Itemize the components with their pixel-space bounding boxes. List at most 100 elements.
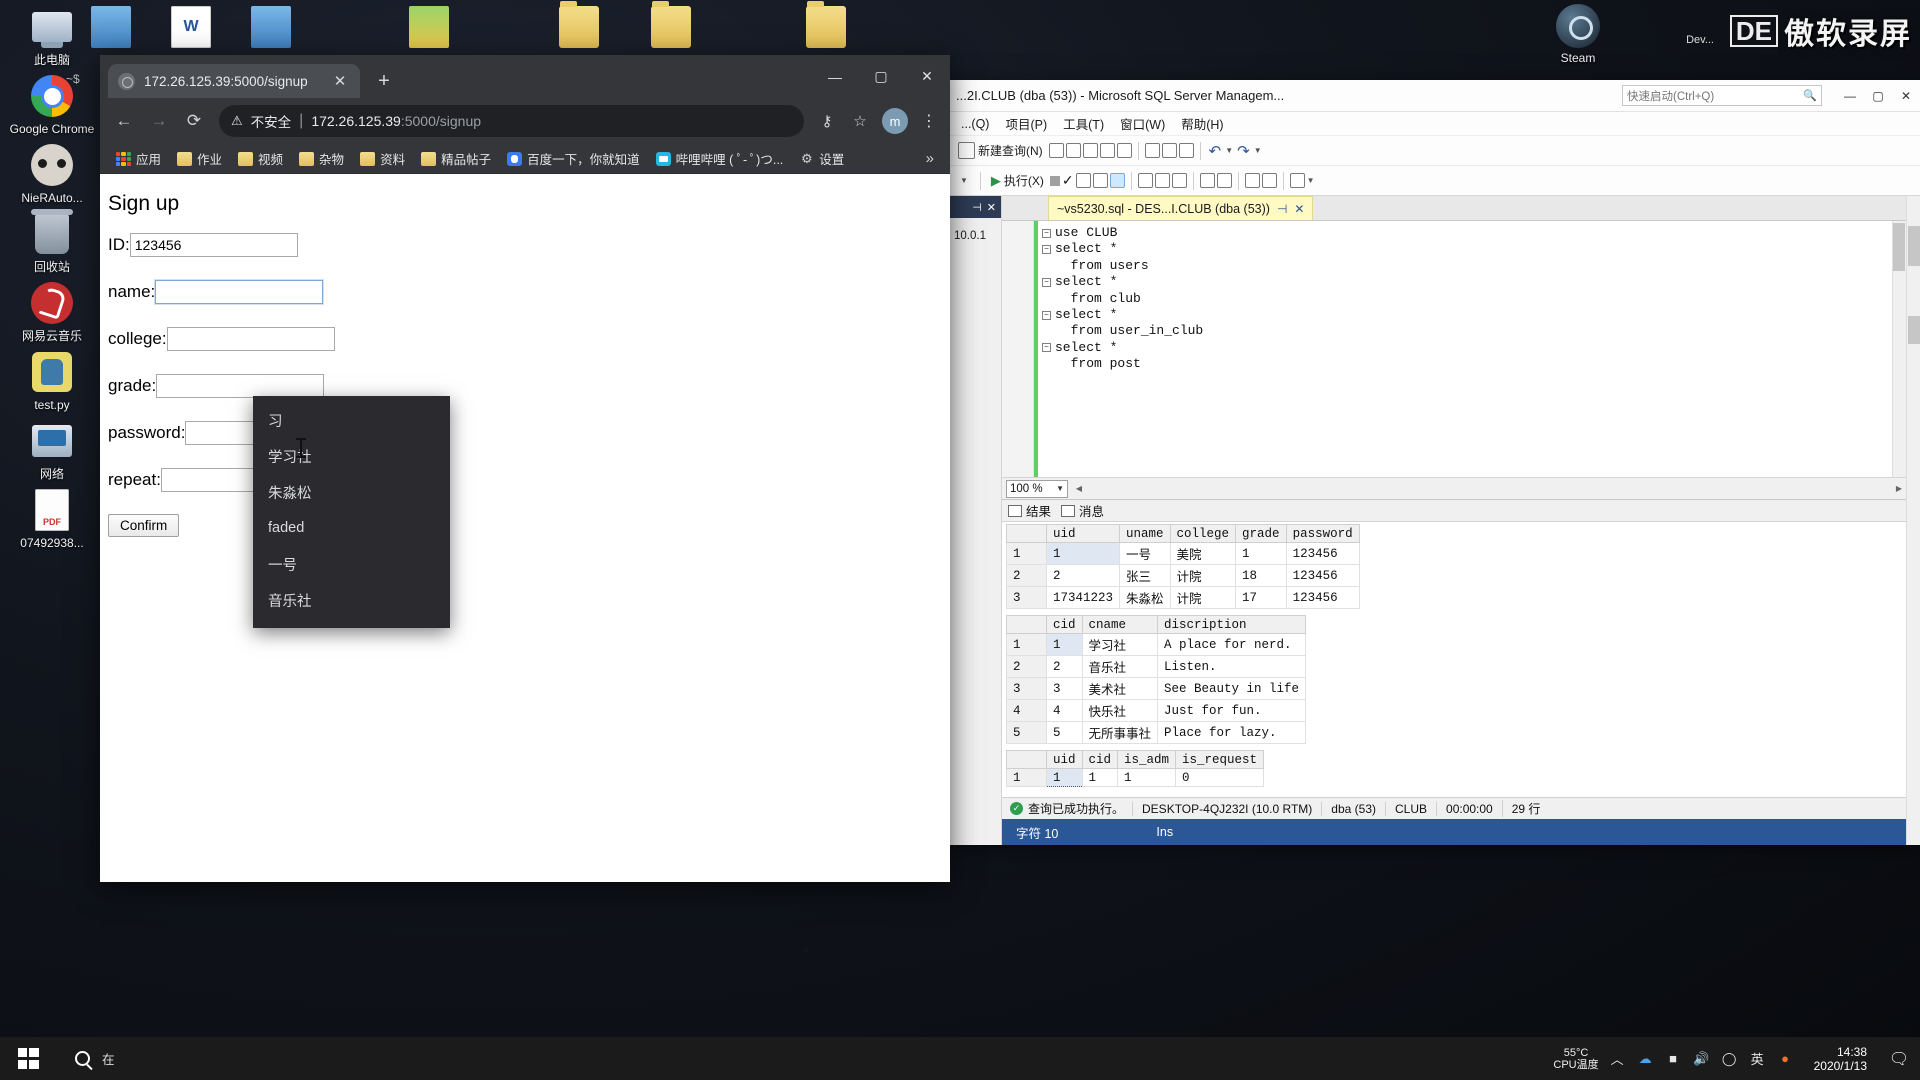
confirm-button[interactable]: Confirm xyxy=(108,514,180,537)
address-bar[interactable]: ⚠ 不安全 | 172.26.125.39:5000/signup xyxy=(219,105,804,137)
column-header[interactable] xyxy=(1006,750,1047,769)
redo-dropdown-icon[interactable]: ▼ xyxy=(1254,146,1262,155)
desktop-icon-recycle-bin[interactable]: 回收站 xyxy=(8,209,96,274)
column-header[interactable]: cname xyxy=(1081,615,1159,634)
results-grid-icon[interactable] xyxy=(1109,173,1125,188)
quick-launch-input[interactable]: 快速启动(Ctrl+Q) 🔍 xyxy=(1622,85,1822,106)
column-header[interactable]: cid xyxy=(1046,615,1083,634)
code-line-5[interactable]: − select * xyxy=(1042,307,1906,323)
autocomplete-dropdown[interactable]: 习学习社 朱淼松 faded 一号 音乐社 xyxy=(253,396,450,628)
results-grids[interactable]: uid uname college grade password 1 1 一号 美院 1 12345… xyxy=(1002,522,1906,797)
maximize-button[interactable]: ▢ xyxy=(858,55,904,98)
chrome-menu-icon[interactable]: ⋮ xyxy=(916,107,942,135)
bookmark-0[interactable]: 应用 xyxy=(110,146,167,171)
desktop-file-folder-1[interactable] xyxy=(556,1,602,48)
desktop-file-word[interactable] xyxy=(168,6,214,48)
code-line-8[interactable]: from post xyxy=(1042,356,1906,372)
grid-cell[interactable]: 音乐社 xyxy=(1081,655,1159,678)
close-icon[interactable]: ✕ xyxy=(1294,202,1304,216)
code-line-7[interactable]: − select * xyxy=(1042,340,1906,356)
code-line-1[interactable]: − select * xyxy=(1042,241,1906,257)
club-grid[interactable]: cid cname discription 1 1 学习社 A place for nerd… xyxy=(1006,615,1307,744)
cut-icon[interactable] xyxy=(1144,143,1160,158)
dmx-icon[interactable] xyxy=(1082,143,1098,158)
grid-cell[interactable]: 123456 xyxy=(1285,564,1360,587)
desktop-file-folder-2[interactable] xyxy=(648,1,694,48)
grid-cell[interactable]: 美院 xyxy=(1169,542,1237,565)
scroll-right-icon[interactable]: ▶ xyxy=(1892,484,1906,493)
column-header[interactable]: discription xyxy=(1157,615,1307,634)
paste-icon[interactable] xyxy=(1178,143,1194,158)
row-number[interactable]: 1 xyxy=(1006,542,1047,565)
column-header[interactable]: is_adm xyxy=(1117,750,1177,769)
row-number[interactable]: 1 xyxy=(1006,633,1047,656)
table-row[interactable]: 4 4 快乐社 Just for fun. xyxy=(1006,699,1307,722)
desktop-file-folder-3[interactable] xyxy=(803,1,849,48)
chrome-window[interactable]: 172.26.125.39:5000/signup ✕ + — ▢ ✕ ← → … xyxy=(100,55,950,882)
grid-cell[interactable]: 计院 xyxy=(1169,564,1237,587)
column-header[interactable]: college xyxy=(1169,524,1237,543)
code-line-6[interactable]: from user_in_club xyxy=(1042,323,1906,339)
input-grade[interactable] xyxy=(156,374,325,398)
editor-vertical-scrollbar[interactable] xyxy=(1892,221,1906,477)
display-plan-icon[interactable] xyxy=(1075,173,1091,188)
new-query-button[interactable]: 新建查询(N) xyxy=(954,140,1047,161)
key-icon[interactable]: ⚷ xyxy=(813,107,841,135)
close-button[interactable]: ✕ xyxy=(904,55,950,98)
back-button[interactable]: ← xyxy=(108,105,140,137)
menu-item-query[interactable]: ...(Q) xyxy=(954,115,996,133)
desktop-icon-nier[interactable]: NieRAuto... xyxy=(8,142,96,205)
row-number[interactable]: 2 xyxy=(1006,564,1047,587)
column-header[interactable] xyxy=(1006,615,1047,634)
autocomplete-item-1[interactable]: 学习社 xyxy=(253,438,450,474)
ssms-right-scrollbar[interactable] xyxy=(1906,196,1920,845)
pin-icon[interactable]: ⊣ xyxy=(1277,202,1287,216)
uncomment-icon[interactable] xyxy=(1216,173,1232,188)
grid-cell[interactable]: A place for nerd. xyxy=(1157,633,1307,656)
column-header[interactable]: cid xyxy=(1081,750,1119,769)
db-dropdown-icon[interactable]: ▼ xyxy=(954,176,974,185)
ssms-restore-button[interactable]: ▢ xyxy=(1864,83,1892,109)
scroll-left-icon[interactable]: ◀ xyxy=(1072,484,1086,493)
stop-icon[interactable] xyxy=(1049,175,1060,186)
indent-icon[interactable] xyxy=(1244,173,1260,188)
autocomplete-item-3[interactable]: faded xyxy=(253,510,450,546)
sogou-icon[interactable]: ● xyxy=(1776,1049,1795,1068)
code-line-3[interactable]: − select * xyxy=(1042,274,1906,290)
bookmark-4[interactable]: 资料 xyxy=(354,146,411,171)
grid-cell[interactable]: 0 xyxy=(1175,768,1265,787)
undo-icon[interactable]: ↶ xyxy=(1207,142,1224,160)
ssms-minimize-button[interactable]: — xyxy=(1836,83,1864,109)
row-number[interactable]: 1 xyxy=(1006,768,1047,787)
bookmark-6[interactable]: 百度一下，你就知道 xyxy=(501,146,646,171)
mdx-icon[interactable] xyxy=(1065,143,1081,158)
table-row[interactable]: 11110 xyxy=(1006,768,1265,787)
bookmark-5[interactable]: 精品帖子 xyxy=(415,146,497,171)
grid-cell[interactable]: 计院 xyxy=(1169,586,1237,609)
column-header[interactable]: uname xyxy=(1119,524,1171,543)
outdent-icon[interactable] xyxy=(1261,173,1277,188)
client-stats-icon[interactable] xyxy=(1137,173,1153,188)
column-header[interactable]: uid xyxy=(1046,750,1083,769)
forward-button[interactable]: → xyxy=(143,105,175,137)
scrollbar-track[interactable] xyxy=(1086,482,1892,495)
comment-icon[interactable] xyxy=(1199,173,1215,188)
undo-dropdown-icon[interactable]: ▼ xyxy=(1225,146,1233,155)
bookmark-3[interactable]: 杂物 xyxy=(293,146,350,171)
grid-cell[interactable]: 快乐社 xyxy=(1081,699,1159,722)
grid-cell[interactable]: 一号 xyxy=(1119,542,1171,565)
grid-cell[interactable]: 123456 xyxy=(1285,586,1360,609)
table-row[interactable]: 1 1 一号 美院 1 123456 xyxy=(1006,542,1360,565)
fold-toggle-icon[interactable]: − xyxy=(1042,245,1051,255)
new-tab-button[interactable]: + xyxy=(369,66,399,96)
volume-icon[interactable]: 🔊 xyxy=(1692,1049,1711,1068)
redo-icon[interactable]: ↷ xyxy=(1235,142,1252,160)
scrollbar-thumb[interactable] xyxy=(1908,226,1920,266)
input-id[interactable] xyxy=(129,233,298,257)
pin-icon[interactable]: ⊣ xyxy=(972,201,982,214)
grid-cell[interactable]: 1 xyxy=(1235,542,1287,565)
menu-item-help[interactable]: 帮助(H) xyxy=(1174,112,1230,135)
row-number[interactable]: 3 xyxy=(1006,677,1047,700)
grid-cell[interactable]: 美术社 xyxy=(1081,677,1159,700)
grid-cell[interactable]: 1 xyxy=(1046,633,1083,656)
